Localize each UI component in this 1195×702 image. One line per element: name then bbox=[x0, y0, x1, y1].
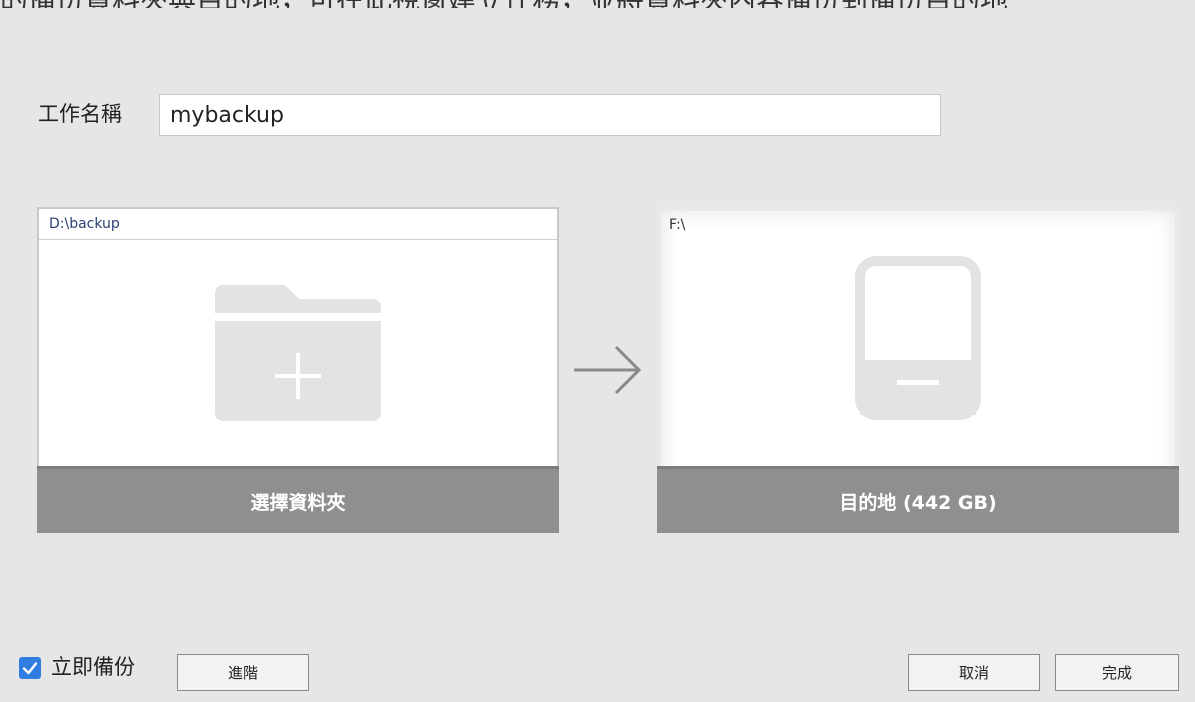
source-icon-area bbox=[39, 239, 557, 466]
job-name-input[interactable] bbox=[159, 94, 941, 136]
destination-panel[interactable]: F:\ 目的地 (442 GB) bbox=[657, 207, 1179, 533]
destination-icon-area bbox=[657, 207, 1179, 468]
select-folder-button[interactable]: 選擇資料夾 bbox=[37, 466, 559, 533]
checkmark-icon bbox=[22, 662, 38, 675]
job-name-label: 工作名稱 bbox=[38, 102, 122, 126]
backup-now-checkbox[interactable] bbox=[19, 657, 41, 679]
top-instruction-text-cutoff: 的備份資料夾與目的地，可在此視窗建立任務，並將資料夾內容備份到備份目的地 bbox=[0, 0, 1195, 8]
backup-now-label[interactable]: 立即備份 bbox=[51, 651, 135, 683]
source-path: D:\backup bbox=[39, 209, 557, 240]
destination-button[interactable]: 目的地 (442 GB) bbox=[657, 466, 1179, 533]
finish-button[interactable]: 完成 bbox=[1055, 654, 1179, 691]
external-drive-icon bbox=[855, 255, 981, 420]
folder-add-icon bbox=[215, 284, 381, 421]
advanced-button[interactable]: 進階 bbox=[177, 654, 309, 691]
source-folder-panel[interactable]: D:\backup 選擇資料夾 bbox=[37, 207, 559, 533]
cancel-button[interactable]: 取消 bbox=[908, 654, 1040, 691]
arrow-right-icon bbox=[574, 345, 642, 395]
